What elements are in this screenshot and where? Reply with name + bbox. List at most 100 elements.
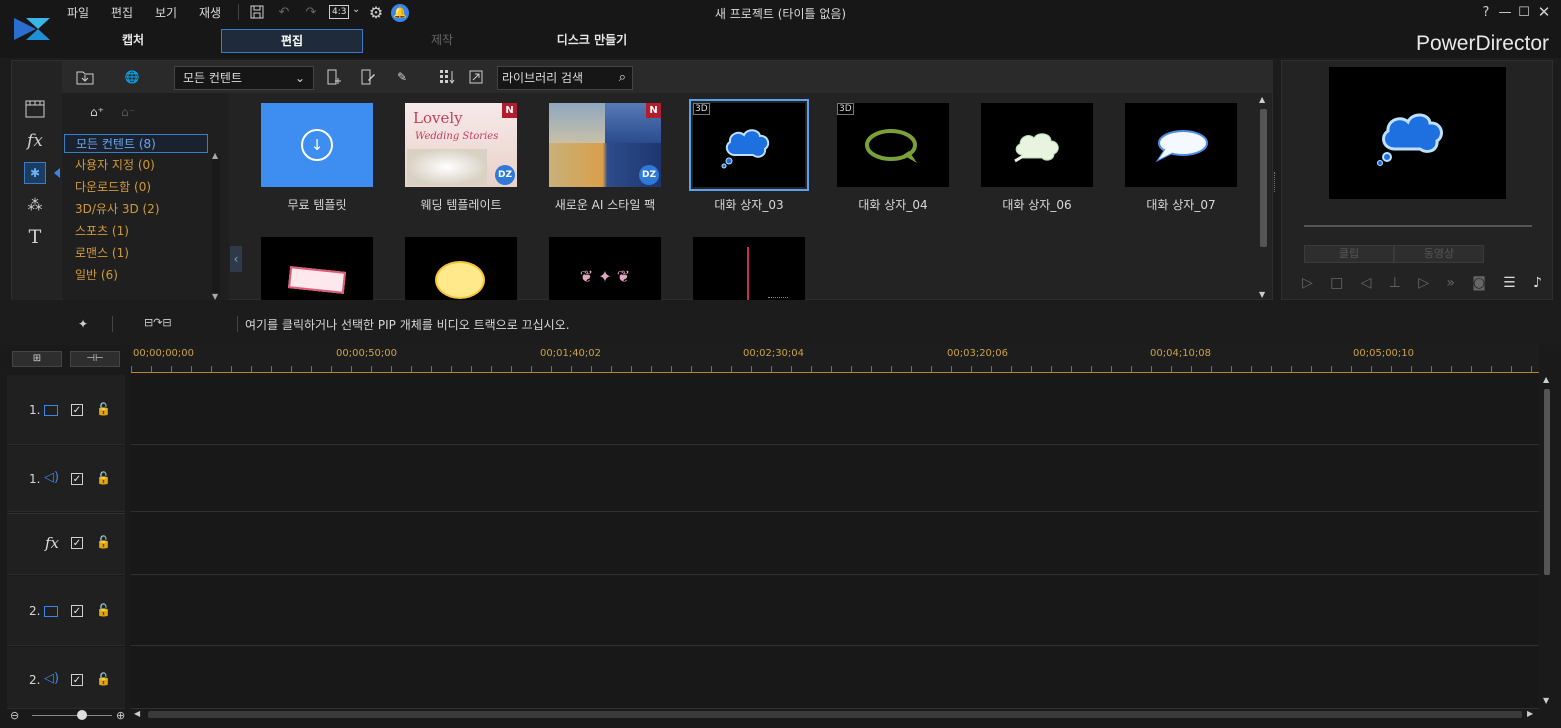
fast-forward-icon[interactable]: »: [1446, 275, 1455, 291]
undo-icon[interactable]: ↶: [275, 3, 293, 21]
track-manager-icon[interactable]: ⊞: [12, 351, 62, 367]
content-filter-select[interactable]: 모든 컨텐트 ⌄: [174, 66, 314, 90]
remove-tag-icon[interactable]: ⌂⁻: [117, 101, 139, 123]
pencil-icon[interactable]: ✎: [391, 66, 413, 88]
tab-capture[interactable]: 캡처: [62, 29, 204, 53]
scroll-down-icon[interactable]: ▼: [212, 292, 218, 301]
library-item-ruler-line[interactable]: [693, 237, 805, 300]
menu-play[interactable]: 재생: [199, 4, 221, 21]
maximize-icon[interactable]: ☐: [1515, 3, 1533, 21]
previous-frame-icon[interactable]: ◁: [1361, 275, 1372, 291]
volume-icon[interactable]: ♪: [1533, 275, 1542, 291]
tab-create-disc[interactable]: 디스크 만들기: [521, 29, 663, 53]
lock-icon[interactable]: 🔓: [96, 603, 111, 617]
help-icon[interactable]: ?: [1477, 3, 1495, 21]
track-lane-video-2[interactable]: [131, 576, 1539, 646]
scroll-up-icon[interactable]: ▲: [212, 151, 218, 160]
settings-list-icon[interactable]: ☰: [1503, 275, 1516, 291]
library-scrollbar[interactable]: ▲ ▼: [1259, 95, 1269, 299]
menu-file[interactable]: 파일: [67, 4, 89, 21]
pip-room-icon[interactable]: ✱: [24, 162, 46, 184]
zoom-in-icon[interactable]: ⊕: [116, 709, 125, 722]
add-tag-icon[interactable]: ⌂⁺: [86, 101, 108, 123]
library-item-dialog-yellow[interactable]: [405, 237, 517, 300]
snapshot-camera-icon[interactable]: ◙: [1472, 275, 1486, 291]
new-title-icon[interactable]: [323, 66, 345, 88]
category-all-content[interactable]: 모든 컨텐트 (8): [64, 134, 208, 153]
category-scrollbar[interactable]: ▲ ▼: [212, 151, 220, 301]
timeline-ruler[interactable]: 00;00;00;00 00;00;50;00 00;01;40;02 00;0…: [131, 345, 1539, 373]
library-item-ornament[interactable]: ❦ ✦ ❦: [549, 237, 661, 300]
track-enable-checkbox[interactable]: ✓: [71, 404, 83, 416]
fit-timeline-icon[interactable]: ⊣⊢: [70, 351, 120, 367]
tab-edit[interactable]: 편집: [221, 29, 363, 53]
settings-gear-icon[interactable]: ⚙: [367, 3, 385, 22]
scroll-thumb[interactable]: [1260, 109, 1267, 247]
track-lane-audio-2[interactable]: [131, 647, 1539, 709]
preview-seek-bar[interactable]: [1304, 225, 1532, 227]
library-item-dialog-07[interactable]: [1125, 103, 1237, 187]
track-lane-fx[interactable]: [131, 513, 1539, 575]
scroll-up-icon[interactable]: ▲: [1259, 95, 1265, 104]
scroll-down-icon[interactable]: ▼: [1543, 696, 1549, 705]
insert-clip-icon[interactable]: ⊟↷⊟: [144, 316, 210, 332]
chevron-down-icon[interactable]: ⌄: [352, 4, 360, 15]
notification-bell-icon[interactable]: 🔔: [391, 4, 409, 22]
track-enable-checkbox[interactable]: ✓: [71, 473, 83, 485]
category-3d[interactable]: 3D/유사 3D (2): [64, 200, 208, 219]
search-icon[interactable]: ⌕: [619, 67, 626, 89]
lock-icon[interactable]: 🔓: [96, 402, 111, 416]
stop-icon[interactable]: □: [1330, 275, 1343, 291]
menu-edit[interactable]: 편집: [111, 4, 133, 21]
next-frame-icon[interactable]: ▷: [1418, 275, 1429, 291]
modify-template-icon[interactable]: [357, 66, 379, 88]
movie-mode-button[interactable]: 동영상: [1394, 245, 1484, 263]
library-item-dialog-pink[interactable]: [261, 237, 373, 300]
lock-icon[interactable]: 🔓: [96, 471, 111, 485]
track-enable-checkbox[interactable]: ✓: [71, 605, 83, 617]
zoom-out-icon[interactable]: ⊖: [10, 709, 19, 722]
track-lane-video-1[interactable]: [131, 375, 1539, 445]
timeline-horizontal-scrollbar[interactable]: [148, 711, 1522, 718]
redo-icon[interactable]: ↷: [302, 3, 320, 21]
library-search-input[interactable]: 라이브러리 검색 ⌕: [497, 66, 633, 90]
library-item-dialog-03[interactable]: 3D: [689, 99, 809, 191]
aspect-ratio-button[interactable]: 4:3: [329, 5, 350, 19]
track-enable-checkbox[interactable]: ✓: [71, 537, 83, 549]
clip-mode-button[interactable]: 클립: [1304, 245, 1394, 263]
library-item-wedding-templates[interactable]: Lovely Wedding Stories N DZ: [405, 103, 517, 187]
track-enable-checkbox[interactable]: ✓: [71, 674, 83, 686]
scroll-left-icon[interactable]: ◀: [134, 709, 140, 718]
download-content-icon[interactable]: 🌐: [121, 66, 143, 88]
particle-room-icon[interactable]: ⁂: [24, 194, 46, 216]
scroll-thumb[interactable]: [1544, 389, 1550, 575]
resize-grip[interactable]: [768, 297, 788, 300]
category-general[interactable]: 일반 (6): [64, 266, 208, 285]
category-custom[interactable]: 사용자 지정 (0): [64, 156, 208, 175]
track-lane-audio-1[interactable]: [131, 446, 1539, 512]
media-room-icon[interactable]: [24, 98, 46, 120]
library-item-free-templates[interactable]: ↓: [261, 103, 373, 187]
zoom-slider-handle[interactable]: [77, 710, 87, 720]
play-icon[interactable]: ▷: [1302, 275, 1313, 291]
panel-resize-grip[interactable]: [1274, 172, 1278, 192]
lock-icon[interactable]: 🔓: [96, 672, 111, 686]
collapse-panel-icon[interactable]: ‹: [230, 246, 242, 272]
zoom-slider[interactable]: [32, 715, 112, 716]
close-icon[interactable]: ✕: [1535, 3, 1553, 21]
library-item-ai-style-pack[interactable]: N DZ: [549, 103, 661, 187]
category-downloaded[interactable]: 다운로드함 (0): [64, 178, 208, 197]
scroll-down-icon[interactable]: ▼: [1259, 290, 1265, 299]
split-icon[interactable]: ⊥: [1389, 275, 1401, 291]
grid-sort-icon[interactable]: [436, 66, 458, 88]
menu-view[interactable]: 보기: [155, 4, 177, 21]
fx-room-icon[interactable]: fx: [24, 130, 46, 152]
library-item-dialog-04[interactable]: 3D: [837, 103, 949, 187]
lock-icon[interactable]: 🔓: [96, 535, 111, 549]
category-romance[interactable]: 로맨스 (1): [64, 244, 208, 263]
timeline-vertical-scrollbar[interactable]: ▲ ▼: [1541, 375, 1553, 705]
save-icon[interactable]: [248, 3, 266, 21]
library-item-dialog-06[interactable]: [981, 103, 1093, 187]
scroll-up-icon[interactable]: ▲: [1543, 375, 1549, 384]
tab-produce[interactable]: 제작: [371, 29, 513, 53]
